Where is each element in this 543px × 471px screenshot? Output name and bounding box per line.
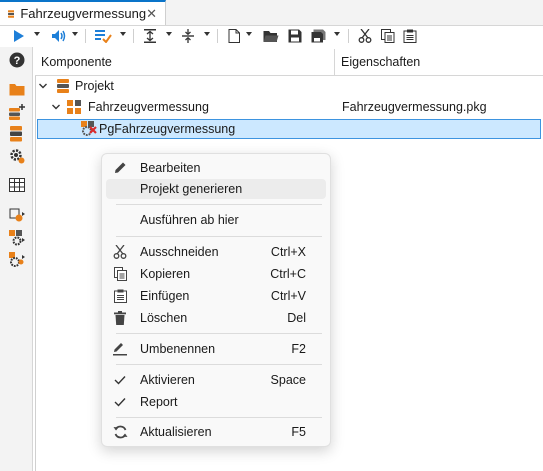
speaker-icon[interactable] bbox=[50, 28, 68, 44]
help-icon[interactable]: ? bbox=[9, 52, 25, 68]
menu-item-ausschneiden[interactable]: Ausschneiden Ctrl+X bbox=[106, 242, 326, 262]
database-icon[interactable] bbox=[9, 126, 25, 142]
folder-icon[interactable] bbox=[9, 82, 25, 98]
rename-icon bbox=[112, 341, 128, 357]
expand-all-icon[interactable] bbox=[142, 28, 158, 44]
save-icon[interactable] bbox=[287, 28, 303, 44]
chevron-down-icon[interactable] bbox=[51, 102, 61, 112]
tree-row-label: Fahrzeugvermessung bbox=[88, 100, 209, 114]
project-icon bbox=[8, 9, 15, 18]
menu-item-aktivieren[interactable]: Aktivieren Space bbox=[106, 370, 326, 390]
toolbar-separator bbox=[217, 29, 218, 43]
table-icon[interactable] bbox=[9, 178, 25, 194]
menu-item-loeschen[interactable]: Löschen Del bbox=[106, 308, 326, 328]
save-all-icon[interactable] bbox=[310, 28, 326, 44]
component-add-icon[interactable] bbox=[9, 208, 25, 224]
menu-item-bearbeiten[interactable]: Bearbeiten bbox=[106, 158, 326, 178]
tree-header: Komponente Eigenschaften bbox=[35, 49, 543, 76]
collapse-dropdown-icon[interactable] bbox=[204, 32, 210, 36]
component-run-icon[interactable] bbox=[9, 252, 25, 268]
trash-icon bbox=[112, 310, 128, 326]
menu-item-aktualisieren[interactable]: Aktualisieren F5 bbox=[106, 422, 326, 442]
menu-separator bbox=[116, 417, 322, 418]
run-icon[interactable] bbox=[12, 28, 26, 44]
copy-icon bbox=[112, 266, 128, 282]
refresh-icon bbox=[112, 424, 128, 440]
close-icon[interactable]: ✕ bbox=[146, 6, 157, 22]
menu-item-einfuegen[interactable]: Einfügen Ctrl+V bbox=[106, 286, 326, 306]
tab-label: Fahrzeugvermessung bbox=[20, 6, 147, 21]
new-file-icon[interactable] bbox=[227, 28, 241, 44]
paste-icon bbox=[112, 288, 128, 304]
scissors-icon bbox=[112, 244, 128, 260]
save-dropdown-icon[interactable] bbox=[334, 32, 340, 36]
side-toolbar: ? bbox=[0, 47, 33, 471]
tree-row-projekt[interactable]: Projekt bbox=[38, 76, 114, 96]
column-header-komponente[interactable]: Komponente bbox=[41, 55, 112, 69]
package-icon bbox=[67, 100, 81, 114]
menu-item-projekt-generieren[interactable]: Projekt generieren bbox=[106, 179, 326, 199]
add-project-icon[interactable] bbox=[9, 104, 25, 120]
column-header-eigenschaften[interactable]: Eigenschaften bbox=[341, 55, 420, 69]
menu-item-kopieren[interactable]: Kopieren Ctrl+C bbox=[106, 264, 326, 284]
toolbar-separator bbox=[85, 29, 86, 43]
pencil-icon bbox=[112, 160, 128, 176]
project-icon bbox=[57, 79, 69, 93]
tree-row-label: Projekt bbox=[75, 79, 114, 93]
speaker-dropdown-icon[interactable] bbox=[72, 32, 78, 36]
toolbar bbox=[0, 26, 543, 46]
property-value: Fahrzeugvermessung.pkg bbox=[342, 100, 487, 114]
toolbar-separator bbox=[348, 29, 349, 43]
expand-dropdown-icon[interactable] bbox=[166, 32, 172, 36]
menu-separator bbox=[116, 333, 322, 334]
toolbar-separator bbox=[133, 29, 134, 43]
cut-icon[interactable] bbox=[357, 28, 373, 44]
menu-separator bbox=[116, 236, 322, 237]
tree-row-fahrzeugvermessung[interactable]: Fahrzeugvermessung bbox=[51, 97, 209, 117]
new-dropdown-icon[interactable] bbox=[246, 32, 252, 36]
chevron-down-icon[interactable] bbox=[38, 81, 48, 91]
component-gear-icon[interactable] bbox=[9, 230, 25, 246]
format-check-icon[interactable] bbox=[93, 28, 113, 44]
settings-gear-icon[interactable] bbox=[9, 148, 25, 164]
menu-item-report[interactable]: Report bbox=[106, 392, 326, 412]
copy-icon[interactable] bbox=[380, 28, 396, 44]
paste-icon[interactable] bbox=[402, 28, 418, 44]
collapse-all-icon[interactable] bbox=[180, 28, 196, 44]
run-dropdown-icon[interactable] bbox=[34, 32, 40, 36]
menu-separator bbox=[116, 204, 322, 205]
check-icon bbox=[112, 394, 128, 410]
format-dropdown-icon[interactable] bbox=[120, 32, 126, 36]
program-error-icon bbox=[81, 121, 97, 136]
column-divider[interactable] bbox=[334, 49, 335, 75]
svg-text:?: ? bbox=[14, 55, 21, 67]
menu-item-ausfuehren-ab-hier[interactable]: Ausführen ab hier bbox=[106, 210, 326, 230]
menu-separator bbox=[116, 364, 322, 365]
check-icon bbox=[112, 372, 128, 388]
menu-item-umbenennen[interactable]: Umbenennen F2 bbox=[106, 339, 326, 359]
tree-row-label: PgFahrzeugvermessung bbox=[99, 122, 236, 136]
tab-fahrzeugvermessung[interactable]: Fahrzeugvermessung ✕ bbox=[0, 0, 166, 25]
context-menu: Bearbeiten Projekt generieren Ausführen … bbox=[101, 153, 331, 447]
open-folder-icon[interactable] bbox=[263, 28, 279, 44]
